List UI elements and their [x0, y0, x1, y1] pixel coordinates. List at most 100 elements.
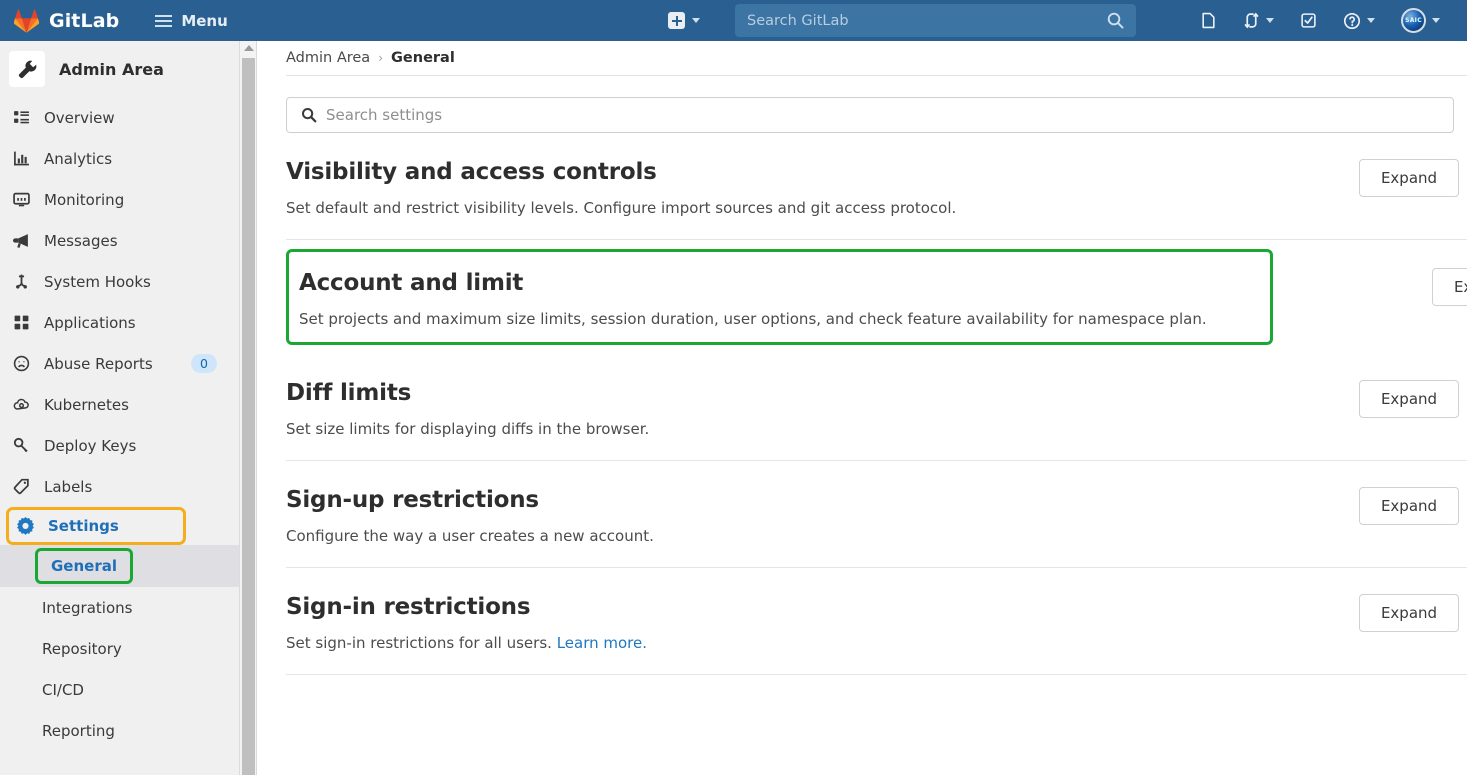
- plus-square-icon: [668, 12, 685, 29]
- top-navbar: GitLab Menu Search GitLab SAIC: [0, 0, 1467, 41]
- search-icon: [302, 108, 317, 123]
- expand-button[interactable]: Expand: [1359, 594, 1459, 632]
- main-menu-button[interactable]: Menu: [149, 0, 233, 41]
- learn-more-link[interactable]: Learn more.: [557, 634, 647, 652]
- sidebar-item-abuse-reports[interactable]: Abuse Reports 0: [0, 343, 239, 384]
- main-content: Admin Area › General Search settings Vis…: [258, 41, 1467, 775]
- sidebar-item-label: Applications: [44, 313, 136, 332]
- sidebar-header[interactable]: Admin Area: [0, 41, 239, 97]
- section-description: Set size limits for displaying diffs in …: [286, 420, 650, 438]
- todos-icon: [1301, 13, 1316, 28]
- admin-sidebar: Admin Area Overview Analytics Monitoring…: [0, 41, 240, 775]
- sidebar-item-label: Deploy Keys: [44, 436, 137, 455]
- expand-button[interactable]: Expand: [1359, 159, 1459, 197]
- merge-requests-button[interactable]: [1230, 0, 1287, 41]
- section-title: Sign-in restrictions: [286, 594, 531, 620]
- sidebar-item-label: Settings: [48, 517, 119, 535]
- section-title: Account and limit: [299, 270, 524, 296]
- sidebar-item-messages[interactable]: Messages: [0, 220, 239, 261]
- section-description: Configure the way a user creates a new a…: [286, 527, 654, 545]
- sidebar-item-analytics[interactable]: Analytics: [0, 138, 239, 179]
- avatar: SAIC: [1401, 8, 1426, 33]
- gitlab-brand[interactable]: GitLab: [0, 0, 133, 41]
- user-menu-button[interactable]: SAIC: [1388, 0, 1453, 41]
- kubernetes-cloud-icon: [12, 395, 31, 414]
- hook-icon: [12, 272, 31, 291]
- sidebar-item-label: Monitoring: [44, 190, 125, 209]
- expand-button[interactable]: Expand: [1359, 487, 1459, 525]
- sidebar-subitem-label: Repository: [42, 639, 122, 658]
- megaphone-icon: [12, 231, 31, 250]
- sidebar-item-label: Messages: [44, 231, 118, 250]
- todos-button[interactable]: [1287, 0, 1330, 41]
- sidebar-item-overview[interactable]: Overview: [0, 97, 239, 138]
- hamburger-icon: [155, 14, 173, 27]
- section-title: Sign-up restrictions: [286, 487, 539, 513]
- chevron-down-icon: [1432, 18, 1440, 23]
- sidebar-item-integrations[interactable]: Integrations: [0, 587, 239, 628]
- search-placeholder: Search GitLab: [747, 12, 849, 29]
- settings-section-diff-limits: Diff limits Set size limits for displayi…: [286, 354, 1467, 461]
- overview-list-icon: [12, 108, 31, 127]
- issues-icon: [1202, 12, 1215, 29]
- breadcrumb-current: General: [391, 50, 455, 66]
- sidebar-item-labels[interactable]: Labels: [0, 466, 239, 507]
- sidebar-item-applications[interactable]: Applications: [0, 302, 239, 343]
- chevron-down-icon: [692, 18, 700, 23]
- sidebar-scrollbar[interactable]: [240, 41, 257, 775]
- key-icon: [12, 436, 31, 455]
- expand-button[interactable]: Expand: [1359, 380, 1459, 418]
- section-description: Set sign-in restrictions for all users. …: [286, 634, 1467, 652]
- issues-button[interactable]: [1187, 0, 1230, 41]
- sad-face-icon: [12, 354, 31, 373]
- sidebar-subitem-label: General: [35, 548, 133, 584]
- gear-icon: [16, 516, 35, 536]
- label-tag-icon: [12, 477, 31, 496]
- avatar-label: SAIC: [1405, 17, 1422, 24]
- help-button[interactable]: [1330, 0, 1388, 41]
- breadcrumb-root[interactable]: Admin Area: [286, 50, 370, 66]
- sidebar-item-label: System Hooks: [44, 272, 151, 291]
- chevron-down-icon: [1367, 18, 1375, 23]
- expand-button[interactable]: Expand: [1432, 268, 1467, 306]
- breadcrumb-divider: [286, 75, 1467, 76]
- search-settings-input[interactable]: Search settings: [286, 97, 1454, 133]
- merge-requests-icon: [1244, 12, 1259, 29]
- sidebar-item-deploy-keys[interactable]: Deploy Keys: [0, 425, 239, 466]
- search-settings-placeholder: Search settings: [326, 106, 443, 124]
- sidebar-item-repository[interactable]: Repository: [0, 628, 239, 669]
- sidebar-item-label: Abuse Reports: [44, 354, 153, 373]
- sidebar-item-general[interactable]: General: [0, 545, 239, 587]
- section-title: Visibility and access controls: [286, 159, 657, 185]
- sidebar-item-reporting[interactable]: Reporting: [0, 710, 239, 751]
- sidebar-subitem-label: CI/CD: [42, 680, 84, 699]
- create-new-dropdown[interactable]: [668, 0, 700, 41]
- search-icon: [1107, 12, 1124, 29]
- section-description: Set projects and maximum size limits, se…: [299, 310, 1207, 328]
- settings-section-sign-up-restrictions: Sign-up restrictions Configure the way a…: [286, 461, 1467, 568]
- sidebar-subitem-label: Integrations: [42, 598, 133, 617]
- sidebar-item-monitoring[interactable]: Monitoring: [0, 179, 239, 220]
- gitlab-logo-icon: [14, 8, 39, 33]
- breadcrumb-separator-icon: ›: [378, 51, 384, 65]
- breadcrumb: Admin Area › General: [258, 41, 1467, 75]
- scrollbar-thumb[interactable]: [242, 58, 255, 775]
- sidebar-item-label: Overview: [44, 108, 115, 127]
- sidebar-item-label: Labels: [44, 477, 93, 496]
- sidebar-subitem-label: Reporting: [42, 721, 115, 740]
- settings-section-visibility-and-access-controls: Visibility and access controls Set defau…: [286, 133, 1467, 240]
- sidebar-item-system-hooks[interactable]: System Hooks: [0, 261, 239, 302]
- wrench-icon: [9, 51, 45, 87]
- global-search-box[interactable]: Search GitLab: [735, 4, 1136, 37]
- sidebar-item-label: Kubernetes: [44, 395, 129, 414]
- chevron-down-icon: [1266, 18, 1274, 23]
- sidebar-item-settings[interactable]: Settings: [6, 507, 186, 545]
- status-badge: 0: [191, 354, 217, 373]
- section-title: Diff limits: [286, 380, 412, 406]
- section-description: Set default and restrict visibility leve…: [286, 199, 957, 217]
- bar-chart-icon: [12, 149, 31, 168]
- sidebar-title: Admin Area: [59, 59, 164, 79]
- sidebar-item-cicd[interactable]: CI/CD: [0, 669, 239, 710]
- scroll-up-arrow-icon[interactable]: [243, 45, 254, 51]
- sidebar-item-kubernetes[interactable]: Kubernetes: [0, 384, 239, 425]
